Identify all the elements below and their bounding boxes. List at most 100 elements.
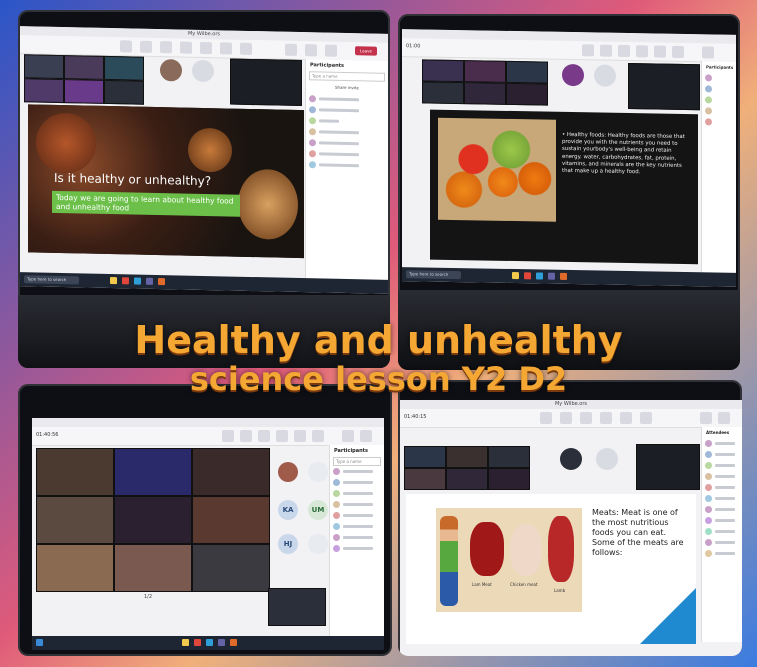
react-icon[interactable] — [600, 412, 612, 424]
participant-search[interactable]: Type a name — [333, 457, 381, 466]
people-icon[interactable] — [560, 412, 572, 424]
app-icon[interactable] — [560, 272, 567, 280]
avatar[interactable] — [160, 59, 182, 82]
taskbar-search[interactable]: Type here to search — [24, 275, 79, 285]
list-item[interactable] — [705, 438, 739, 449]
list-item[interactable] — [333, 510, 381, 521]
view-icon[interactable] — [620, 412, 632, 424]
video-tile[interactable] — [24, 54, 64, 80]
video-tile[interactable] — [64, 55, 104, 80]
list-item[interactable] — [705, 116, 733, 127]
edge-icon[interactable] — [206, 639, 213, 646]
view-all-icon[interactable] — [596, 448, 618, 470]
windows-start-icon[interactable] — [36, 639, 43, 646]
video-tile[interactable] — [404, 468, 446, 490]
apps-icon[interactable] — [312, 430, 324, 442]
react-icon[interactable] — [276, 430, 288, 442]
camera-icon[interactable] — [285, 43, 297, 56]
avatar[interactable] — [562, 63, 584, 87]
teams-icon[interactable] — [548, 272, 555, 280]
react-icon[interactable] — [636, 45, 648, 58]
apps-icon[interactable] — [640, 412, 652, 424]
view-icon[interactable] — [200, 41, 212, 55]
chat-icon[interactable] — [582, 44, 594, 57]
video-tile[interactable] — [506, 82, 548, 106]
raise-hand-icon[interactable] — [580, 412, 592, 424]
people-icon[interactable] — [140, 40, 152, 53]
avatar-initials[interactable]: UM — [308, 500, 328, 520]
list-item[interactable] — [705, 482, 739, 493]
file-explorer-icon[interactable] — [110, 277, 117, 285]
avatar-initials[interactable]: KA — [278, 500, 298, 520]
raise-hand-icon[interactable] — [258, 430, 270, 442]
chat-icon[interactable] — [120, 40, 132, 53]
camera-icon[interactable] — [342, 430, 354, 442]
video-tile[interactable] — [446, 468, 488, 490]
more-icon[interactable] — [308, 534, 328, 554]
video-tile[interactable] — [64, 79, 104, 104]
list-item[interactable] — [705, 504, 739, 515]
view-all-icon[interactable] — [594, 64, 616, 87]
people-icon[interactable] — [240, 430, 252, 442]
list-item[interactable] — [333, 499, 381, 510]
avatar[interactable] — [278, 462, 298, 482]
list-item[interactable] — [705, 460, 739, 471]
video-tile[interactable] — [114, 544, 192, 592]
video-tile[interactable] — [404, 446, 446, 468]
list-item[interactable] — [705, 94, 733, 105]
video-tile[interactable] — [104, 79, 144, 105]
video-tile[interactable] — [488, 468, 530, 490]
raise-hand-icon[interactable] — [618, 44, 630, 58]
video-tile[interactable] — [36, 496, 114, 544]
share-icon[interactable] — [325, 44, 337, 57]
video-tile[interactable] — [230, 58, 302, 107]
list-item[interactable] — [705, 548, 739, 559]
teams-icon[interactable] — [146, 277, 153, 285]
camera-icon[interactable] — [700, 412, 712, 424]
file-explorer-icon[interactable] — [182, 639, 189, 646]
share-invite-button[interactable]: Share invite — [309, 83, 385, 92]
react-icon[interactable] — [180, 41, 192, 54]
mic-icon[interactable] — [305, 44, 317, 57]
video-tile[interactable] — [104, 55, 144, 81]
leave-button[interactable]: Leave — [355, 46, 377, 56]
avatar[interactable] — [308, 462, 328, 482]
list-item[interactable] — [705, 471, 739, 482]
list-item[interactable] — [705, 449, 739, 460]
chrome-icon[interactable] — [524, 272, 531, 280]
list-item[interactable] — [333, 466, 381, 477]
video-tile[interactable] — [114, 448, 192, 496]
apps-icon[interactable] — [220, 42, 232, 55]
view-icon[interactable] — [654, 45, 666, 58]
video-tile[interactable] — [36, 448, 114, 496]
app-icon[interactable] — [230, 639, 237, 646]
video-tile[interactable] — [422, 59, 464, 83]
video-tile[interactable] — [446, 446, 488, 468]
video-tile[interactable] — [268, 588, 326, 626]
video-tile[interactable] — [192, 496, 270, 544]
video-tile[interactable] — [192, 448, 270, 496]
list-item[interactable] — [333, 488, 381, 499]
chat-icon[interactable] — [222, 430, 234, 442]
list-item[interactable] — [333, 521, 381, 532]
video-tile[interactable] — [506, 60, 548, 84]
list-item[interactable] — [705, 72, 733, 83]
video-tile[interactable] — [192, 544, 270, 592]
avatar[interactable] — [560, 448, 582, 470]
list-item[interactable] — [705, 493, 739, 504]
video-tile[interactable] — [628, 63, 700, 111]
video-tile[interactable] — [36, 544, 114, 592]
people-icon[interactable] — [600, 44, 612, 57]
chrome-icon[interactable] — [194, 639, 201, 646]
teams-icon[interactable] — [218, 639, 225, 646]
video-tile[interactable] — [464, 82, 506, 105]
edge-icon[interactable] — [134, 277, 141, 285]
video-tile[interactable] — [464, 60, 506, 83]
participant-search[interactable]: Type a name — [309, 71, 385, 82]
list-item[interactable] — [309, 159, 385, 172]
chat-icon[interactable] — [540, 412, 552, 424]
file-explorer-icon[interactable] — [512, 272, 519, 280]
video-tile[interactable] — [636, 444, 700, 490]
view-all-icon[interactable] — [192, 59, 214, 83]
app-icon[interactable] — [158, 278, 165, 286]
